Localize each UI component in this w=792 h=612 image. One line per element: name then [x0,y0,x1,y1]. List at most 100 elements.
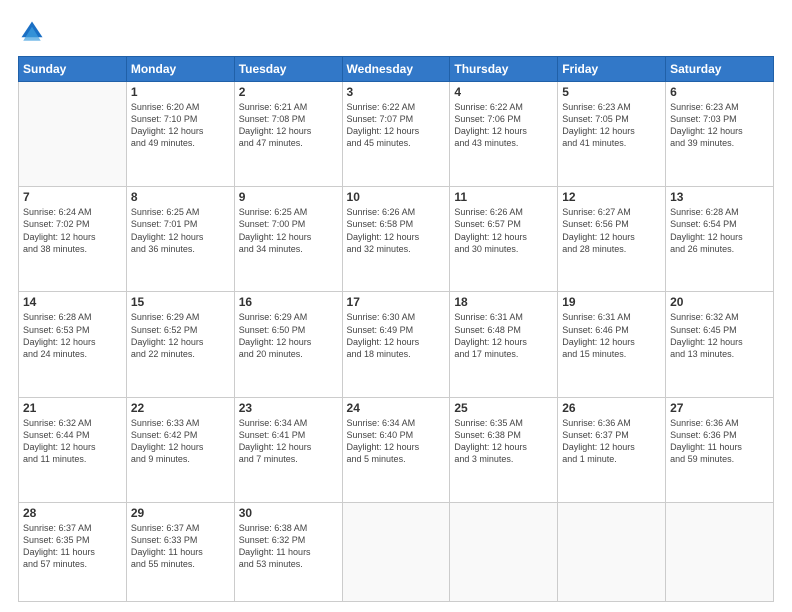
calendar-week-2: 7 Sunrise: 6:24 AM Sunset: 7:02 PM Daylig… [19,187,774,292]
day-info: Sunrise: 6:29 AM Sunset: 6:50 PM Dayligh… [239,311,338,360]
day-number: 21 [23,401,122,415]
day-number: 4 [454,85,553,99]
day-info: Sunrise: 6:31 AM Sunset: 6:46 PM Dayligh… [562,311,661,360]
day-number: 9 [239,190,338,204]
day-number: 1 [131,85,230,99]
day-info: Sunrise: 6:20 AM Sunset: 7:10 PM Dayligh… [131,101,230,150]
day-info: Sunrise: 6:35 AM Sunset: 6:38 PM Dayligh… [454,417,553,466]
calendar-cell: 20Sunrise: 6:32 AM Sunset: 6:45 PM Dayli… [666,292,774,397]
calendar-cell: 27 Sunrise: 6:36 AM Sunset: 6:36 PM Dayli… [666,397,774,502]
calendar-cell: 18 Sunrise: 6:31 AM Sunset: 6:48 PM Dayli… [450,292,558,397]
calendar-cell: 15Sunrise: 6:29 AM Sunset: 6:52 PM Dayli… [126,292,234,397]
day-info: Sunrise: 6:25 AM Sunset: 7:00 PM Dayligh… [239,206,338,255]
day-number: 10 [347,190,446,204]
calendar-table: SundayMondayTuesdayWednesdayThursdayFrid… [18,56,774,602]
calendar-cell: 13 Sunrise: 6:28 AM Sunset: 6:54 PM Dayli… [666,187,774,292]
day-number: 12 [562,190,661,204]
calendar-week-5: 28 Sunrise: 6:37 AM Sunset: 6:35 PM Dayli… [19,502,774,601]
calendar-header-monday: Monday [126,57,234,82]
calendar-cell: 24Sunrise: 6:34 AM Sunset: 6:40 PM Dayli… [342,397,450,502]
calendar-cell: 11Sunrise: 6:26 AM Sunset: 6:57 PM Dayli… [450,187,558,292]
day-info: Sunrise: 6:37 AM Sunset: 6:35 PM Dayligh… [23,522,122,571]
calendar-cell: 25 Sunrise: 6:35 AM Sunset: 6:38 PM Dayli… [450,397,558,502]
day-info: Sunrise: 6:27 AM Sunset: 6:56 PM Dayligh… [562,206,661,255]
day-info: Sunrise: 6:38 AM Sunset: 6:32 PM Dayligh… [239,522,338,571]
day-info: Sunrise: 6:28 AM Sunset: 6:54 PM Dayligh… [670,206,769,255]
calendar-cell: 28 Sunrise: 6:37 AM Sunset: 6:35 PM Dayli… [19,502,127,601]
day-number: 6 [670,85,769,99]
day-number: 29 [131,506,230,520]
calendar-cell: 5 Sunrise: 6:23 AM Sunset: 7:05 PM Daylig… [558,82,666,187]
day-number: 28 [23,506,122,520]
day-info: Sunrise: 6:37 AM Sunset: 6:33 PM Dayligh… [131,522,230,571]
day-info: Sunrise: 6:32 AM Sunset: 6:45 PM Dayligh… [670,311,769,360]
calendar-cell: 23Sunrise: 6:34 AM Sunset: 6:41 PM Dayli… [234,397,342,502]
day-number: 8 [131,190,230,204]
calendar-cell [342,502,450,601]
day-info: Sunrise: 6:22 AM Sunset: 7:07 PM Dayligh… [347,101,446,150]
day-info: Sunrise: 6:24 AM Sunset: 7:02 PM Dayligh… [23,206,122,255]
day-number: 25 [454,401,553,415]
day-number: 30 [239,506,338,520]
calendar-cell [558,502,666,601]
calendar-cell: 8 Sunrise: 6:25 AM Sunset: 7:01 PM Daylig… [126,187,234,292]
day-number: 7 [23,190,122,204]
calendar-week-4: 21 Sunrise: 6:32 AM Sunset: 6:44 PM Dayli… [19,397,774,502]
calendar-header-sunday: Sunday [19,57,127,82]
calendar-cell: 3 Sunrise: 6:22 AM Sunset: 7:07 PM Daylig… [342,82,450,187]
day-number: 3 [347,85,446,99]
calendar-cell: 16Sunrise: 6:29 AM Sunset: 6:50 PM Dayli… [234,292,342,397]
calendar-header-tuesday: Tuesday [234,57,342,82]
day-info: Sunrise: 6:31 AM Sunset: 6:48 PM Dayligh… [454,311,553,360]
calendar-cell: 26 Sunrise: 6:36 AM Sunset: 6:37 PM Dayli… [558,397,666,502]
day-info: Sunrise: 6:28 AM Sunset: 6:53 PM Dayligh… [23,311,122,360]
day-info: Sunrise: 6:21 AM Sunset: 7:08 PM Dayligh… [239,101,338,150]
day-info: Sunrise: 6:30 AM Sunset: 6:49 PM Dayligh… [347,311,446,360]
day-number: 24 [347,401,446,415]
day-number: 5 [562,85,661,99]
calendar-cell: 2Sunrise: 6:21 AM Sunset: 7:08 PM Daylig… [234,82,342,187]
day-number: 26 [562,401,661,415]
calendar-cell: 10Sunrise: 6:26 AM Sunset: 6:58 PM Dayli… [342,187,450,292]
page: SundayMondayTuesdayWednesdayThursdayFrid… [0,0,792,612]
day-info: Sunrise: 6:36 AM Sunset: 6:36 PM Dayligh… [670,417,769,466]
calendar-cell: 7 Sunrise: 6:24 AM Sunset: 7:02 PM Daylig… [19,187,127,292]
day-info: Sunrise: 6:36 AM Sunset: 6:37 PM Dayligh… [562,417,661,466]
calendar-header-friday: Friday [558,57,666,82]
calendar-cell: 19 Sunrise: 6:31 AM Sunset: 6:46 PM Dayli… [558,292,666,397]
calendar-cell: 17 Sunrise: 6:30 AM Sunset: 6:49 PM Dayli… [342,292,450,397]
header [18,18,774,46]
calendar-cell: 4 Sunrise: 6:22 AM Sunset: 7:06 PM Daylig… [450,82,558,187]
day-number: 13 [670,190,769,204]
calendar-cell [450,502,558,601]
calendar-cell: 22Sunrise: 6:33 AM Sunset: 6:42 PM Dayli… [126,397,234,502]
day-info: Sunrise: 6:25 AM Sunset: 7:01 PM Dayligh… [131,206,230,255]
day-info: Sunrise: 6:23 AM Sunset: 7:03 PM Dayligh… [670,101,769,150]
day-number: 14 [23,295,122,309]
calendar-header-saturday: Saturday [666,57,774,82]
day-info: Sunrise: 6:34 AM Sunset: 6:41 PM Dayligh… [239,417,338,466]
calendar-cell: 9 Sunrise: 6:25 AM Sunset: 7:00 PM Daylig… [234,187,342,292]
calendar-cell: 21 Sunrise: 6:32 AM Sunset: 6:44 PM Dayli… [19,397,127,502]
day-number: 19 [562,295,661,309]
day-info: Sunrise: 6:32 AM Sunset: 6:44 PM Dayligh… [23,417,122,466]
day-number: 15 [131,295,230,309]
logo-icon [18,18,46,46]
calendar-cell: 14 Sunrise: 6:28 AM Sunset: 6:53 PM Dayli… [19,292,127,397]
day-info: Sunrise: 6:23 AM Sunset: 7:05 PM Dayligh… [562,101,661,150]
calendar-cell: 6 Sunrise: 6:23 AM Sunset: 7:03 PM Daylig… [666,82,774,187]
day-info: Sunrise: 6:22 AM Sunset: 7:06 PM Dayligh… [454,101,553,150]
day-info: Sunrise: 6:26 AM Sunset: 6:57 PM Dayligh… [454,206,553,255]
calendar-cell: 29 Sunrise: 6:37 AM Sunset: 6:33 PM Dayli… [126,502,234,601]
day-number: 17 [347,295,446,309]
calendar-cell: 1 Sunrise: 6:20 AM Sunset: 7:10 PM Daylig… [126,82,234,187]
calendar-header-row: SundayMondayTuesdayWednesdayThursdayFrid… [19,57,774,82]
day-number: 27 [670,401,769,415]
calendar-week-3: 14 Sunrise: 6:28 AM Sunset: 6:53 PM Dayli… [19,292,774,397]
calendar-cell: 12 Sunrise: 6:27 AM Sunset: 6:56 PM Dayli… [558,187,666,292]
calendar-header-thursday: Thursday [450,57,558,82]
day-number: 18 [454,295,553,309]
calendar-week-1: 1 Sunrise: 6:20 AM Sunset: 7:10 PM Daylig… [19,82,774,187]
day-info: Sunrise: 6:33 AM Sunset: 6:42 PM Dayligh… [131,417,230,466]
logo [18,18,50,46]
